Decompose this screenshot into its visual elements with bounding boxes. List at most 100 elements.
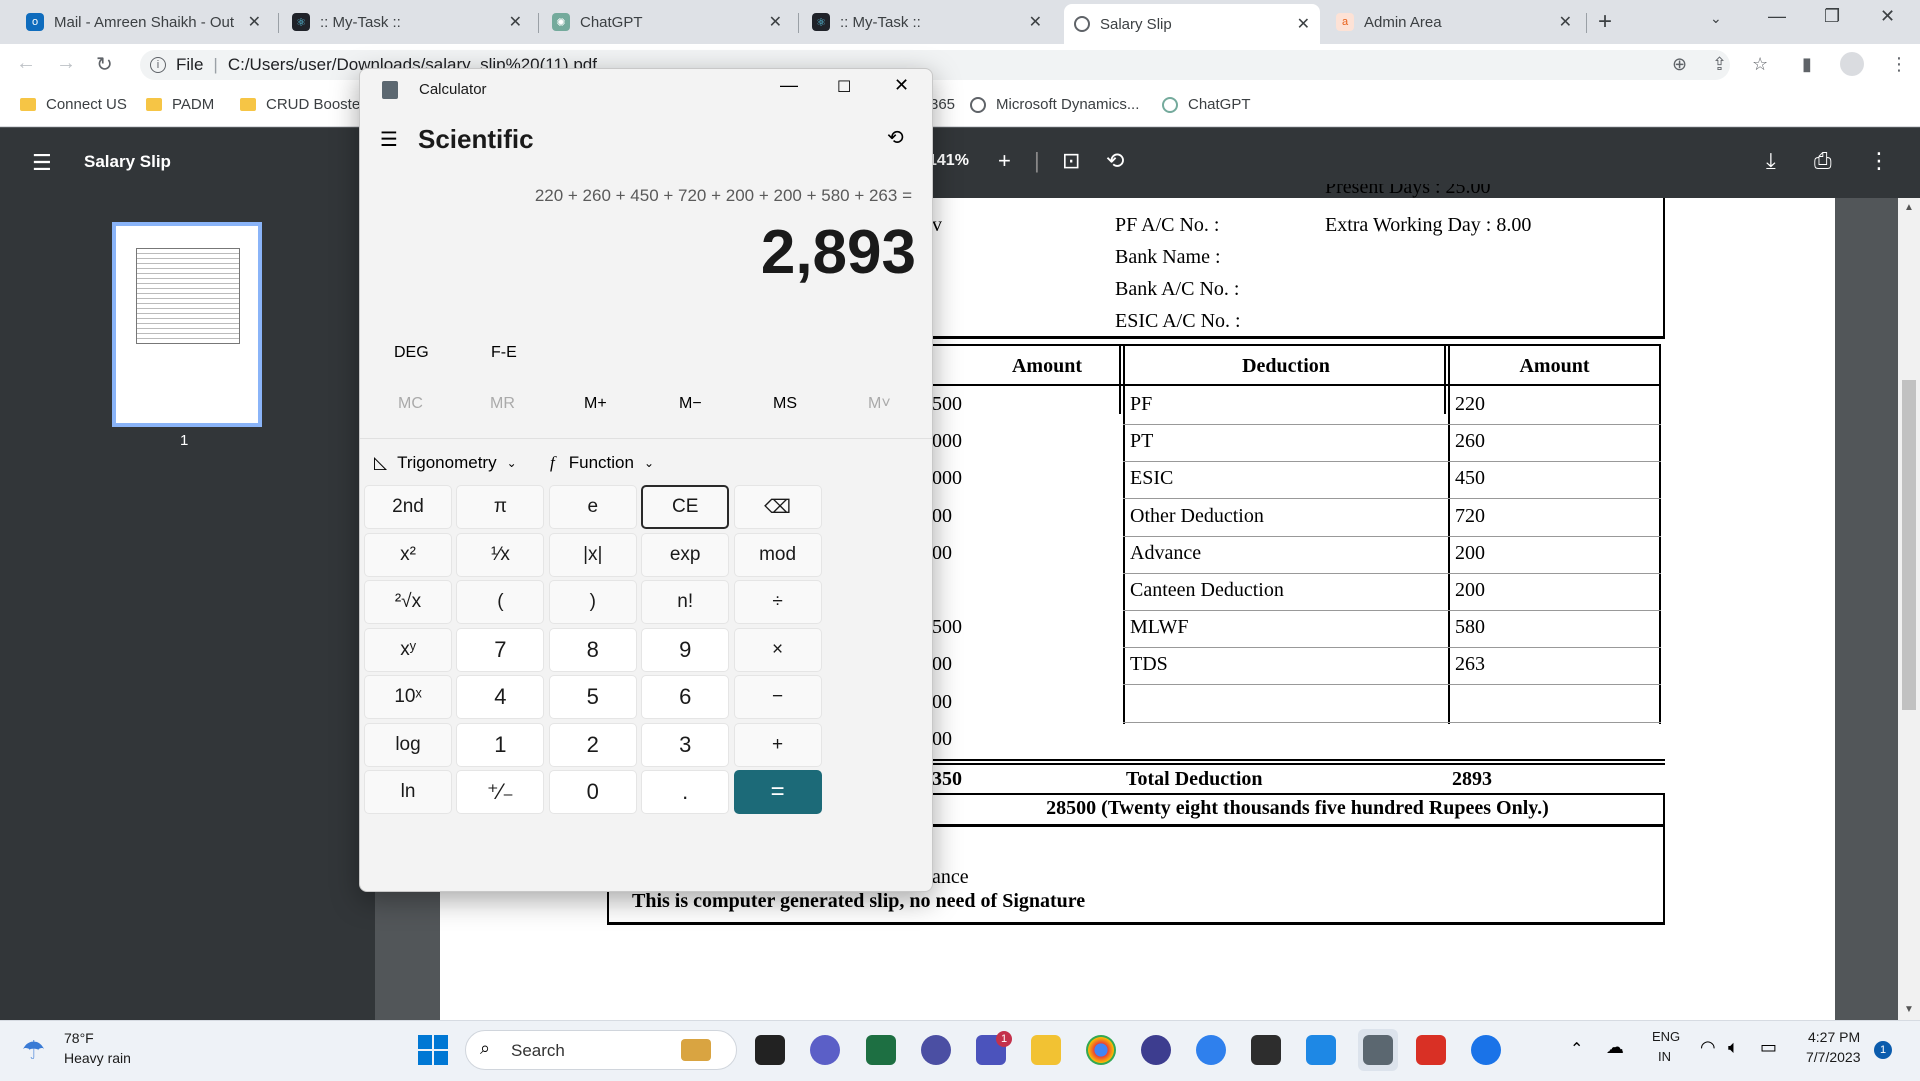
bookmark-365[interactable]: 365 xyxy=(930,96,955,113)
share-icon[interactable]: ⇪ xyxy=(1712,54,1727,75)
tab-salary-slip[interactable]: Salary Slip ✕ xyxy=(1064,4,1320,44)
file-explorer-icon[interactable] xyxy=(1031,1035,1061,1065)
memory-list-button[interactable]: M˅ xyxy=(868,395,891,413)
nav-menu-icon[interactable]: ☰ xyxy=(380,127,398,152)
digit-8-button[interactable]: 8 xyxy=(548,627,637,672)
digit-4-button[interactable]: 4 xyxy=(456,675,545,719)
forward-icon[interactable]: → xyxy=(56,52,76,75)
digit-5-button[interactable]: 5 xyxy=(548,675,637,719)
battery-icon[interactable]: ▭ xyxy=(1760,1037,1777,1058)
tab-mail[interactable]: o Mail - Amreen Shaikh - Out ✕ xyxy=(16,6,271,38)
close-tab-icon[interactable]: ✕ xyxy=(248,12,261,32)
scroll-up-icon[interactable]: ▲ xyxy=(1904,202,1914,213)
digit-7-button[interactable]: 7 xyxy=(456,627,545,672)
angle-unit-button[interactable]: DEG xyxy=(394,344,429,362)
azure-data-icon[interactable] xyxy=(1196,1035,1226,1065)
office-icon[interactable] xyxy=(1416,1035,1446,1065)
clock-time[interactable]: 4:27 PM xyxy=(1808,1029,1860,1045)
terminal-icon[interactable] xyxy=(1251,1035,1281,1065)
tab-my-task-2[interactable]: ⚛ :: My-Task :: ✕ xyxy=(802,6,1052,38)
app-icon-3[interactable] xyxy=(1471,1035,1501,1065)
zoom-icon[interactable]: ⊕ xyxy=(1672,54,1687,75)
bookmark-padm[interactable]: PADM xyxy=(146,96,214,113)
language-bottom[interactable]: IN xyxy=(1658,1049,1671,1064)
square-button[interactable]: x² xyxy=(364,532,452,577)
history-icon[interactable]: ⟲ xyxy=(887,125,904,150)
close-tab-icon[interactable]: ✕ xyxy=(769,12,782,32)
subtract-button[interactable]: − xyxy=(733,675,822,719)
cloud-icon[interactable]: ☁ xyxy=(1606,1037,1624,1058)
bookmark-connect-us[interactable]: Connect US xyxy=(20,96,127,113)
back-icon[interactable]: ← xyxy=(16,52,36,75)
memory-recall-button[interactable]: MR xyxy=(490,395,515,413)
bookmark-dynamics[interactable]: Microsoft Dynamics... xyxy=(970,96,1139,113)
clear-entry-button[interactable]: CE xyxy=(641,485,730,529)
digit-2-button[interactable]: 2 xyxy=(548,722,637,767)
chrome-icon[interactable] xyxy=(1086,1035,1116,1065)
digit-6-button[interactable]: 6 xyxy=(641,675,730,719)
close-tab-icon[interactable]: ✕ xyxy=(509,12,522,32)
tab-admin-area[interactable]: a Admin Area ✕ xyxy=(1326,6,1582,38)
pi-button[interactable]: π xyxy=(456,485,545,529)
multiply-button[interactable]: × xyxy=(733,627,822,672)
minimize-button[interactable]: — xyxy=(780,75,798,96)
volume-icon[interactable]: 🔈︎ xyxy=(1728,1037,1739,1058)
trigonometry-dropdown[interactable]: ◺ Trigonometry ⌄ xyxy=(374,453,517,473)
open-paren-button[interactable]: ( xyxy=(456,580,545,624)
close-window-button[interactable]: ✕ xyxy=(1880,6,1895,27)
memory-add-button[interactable]: M+ xyxy=(584,395,607,413)
weather-temperature[interactable]: 78°F xyxy=(64,1030,94,1046)
maximize-button[interactable]: ☐ xyxy=(837,77,851,97)
digit-0-button[interactable]: 0 xyxy=(548,770,637,814)
digit-9-button[interactable]: 9 xyxy=(641,627,730,672)
zoom-in-icon[interactable]: + xyxy=(998,148,1011,174)
clock-date[interactable]: 7/7/2023 xyxy=(1806,1049,1861,1065)
memory-subtract-button[interactable]: M− xyxy=(679,395,702,413)
start-button[interactable] xyxy=(418,1035,448,1065)
bookmark-crud-booster[interactable]: CRUD Booster xyxy=(240,96,365,113)
e-button[interactable]: e xyxy=(548,485,637,529)
tab-chatgpt[interactable]: ✺ ChatGPT ✕ xyxy=(542,6,792,38)
app-icon-1[interactable] xyxy=(921,1035,951,1065)
excel-icon[interactable] xyxy=(866,1035,896,1065)
ten-power-button[interactable]: 10ˣ xyxy=(364,675,452,719)
exp-button[interactable]: exp xyxy=(641,532,730,577)
memory-store-button[interactable]: MS xyxy=(773,395,797,413)
zoom-level[interactable]: 141% xyxy=(928,152,969,170)
taskbar-search[interactable]: ⌕ Search xyxy=(465,1030,737,1070)
mod-button[interactable]: mod xyxy=(733,532,822,577)
chat-icon[interactable] xyxy=(810,1035,840,1065)
bookmark-chatgpt[interactable]: ChatGPT xyxy=(1162,96,1251,113)
reciprocal-button[interactable]: ¹⁄x xyxy=(456,532,545,577)
chevron-up-icon[interactable]: ⌃ xyxy=(1570,1039,1583,1059)
pdf-menu-icon[interactable]: ☰ xyxy=(32,150,52,176)
app-icon-2[interactable] xyxy=(1141,1035,1171,1065)
close-tab-icon[interactable]: ✕ xyxy=(1559,12,1572,32)
function-dropdown[interactable]: f Function ⌄ xyxy=(550,453,654,473)
task-view-icon[interactable] xyxy=(755,1035,785,1065)
absolute-button[interactable]: |x| xyxy=(548,532,637,577)
calculator-taskbar-icon[interactable] xyxy=(1363,1035,1393,1065)
close-paren-button[interactable]: ) xyxy=(548,580,637,624)
reload-icon[interactable]: ↻ xyxy=(96,52,113,77)
new-tab-button[interactable]: + xyxy=(1598,8,1612,36)
restore-button[interactable]: ❐ xyxy=(1824,6,1840,27)
backspace-button[interactable]: ⌫ xyxy=(733,485,822,529)
weather-description[interactable]: Heavy rain xyxy=(64,1050,131,1066)
add-button[interactable]: + xyxy=(733,722,822,767)
print-icon[interactable]: ⎙ xyxy=(1814,148,1832,174)
digit-1-button[interactable]: 1 xyxy=(456,722,545,767)
digit-3-button[interactable]: 3 xyxy=(641,722,730,767)
side-panel-icon[interactable]: ▮ xyxy=(1802,54,1812,75)
factorial-button[interactable]: n! xyxy=(641,580,730,624)
minimize-button[interactable]: — xyxy=(1768,6,1786,27)
power-button[interactable]: xʸ xyxy=(364,627,452,672)
wifi-icon[interactable]: ◠ xyxy=(1700,1037,1716,1058)
language-top[interactable]: ENG xyxy=(1652,1029,1680,1044)
log-button[interactable]: log xyxy=(364,722,452,767)
close-tab-icon[interactable]: ✕ xyxy=(1029,12,1042,32)
tab-search-icon[interactable]: ⌄ xyxy=(1710,10,1722,27)
rotate-icon[interactable]: ⟲ xyxy=(1106,148,1124,174)
notification-badge[interactable]: 1 xyxy=(1874,1041,1892,1059)
chrome-menu-icon[interactable]: ⋮ xyxy=(1890,54,1908,75)
